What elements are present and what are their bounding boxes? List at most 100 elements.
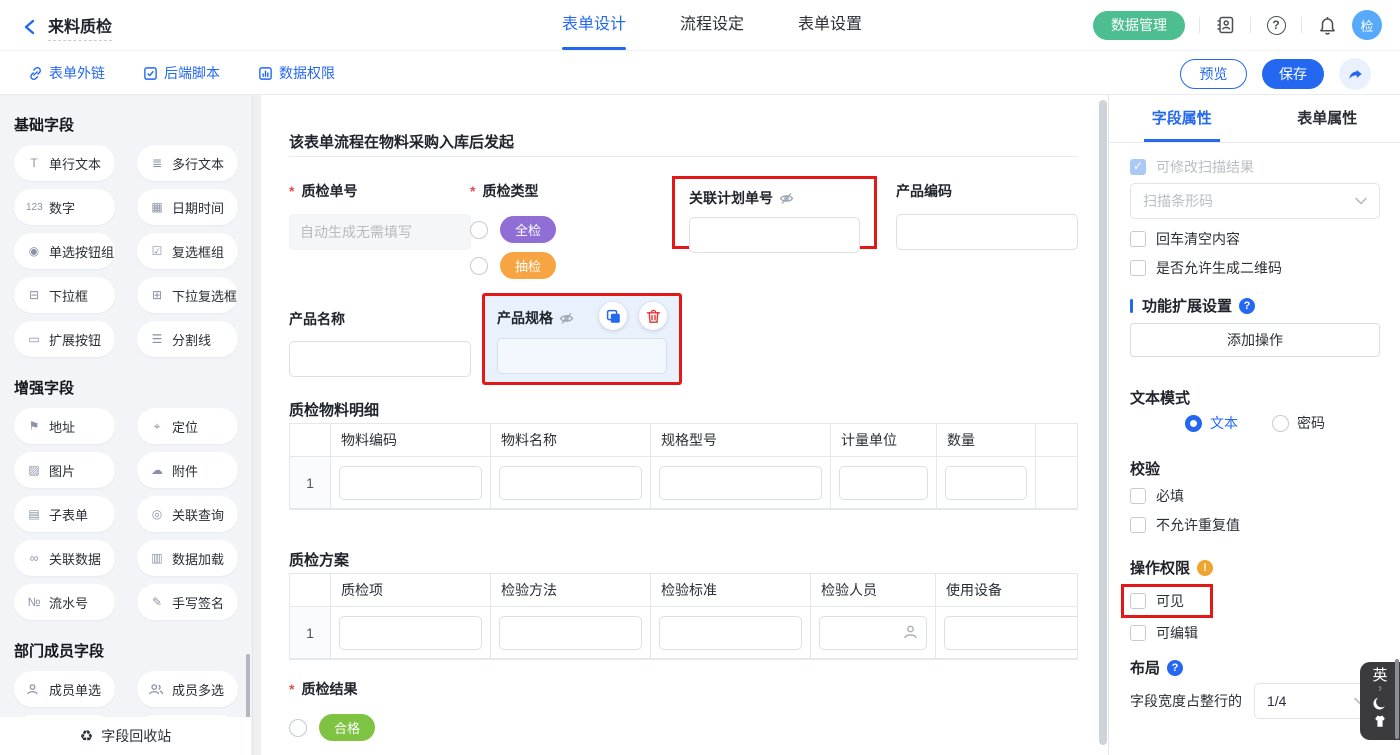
option-badge-qualified[interactable]: 合格 — [319, 714, 375, 741]
field-item-radio-group[interactable]: ◉单选按钮组 — [14, 233, 115, 269]
help-icon[interactable]: ? — [1265, 14, 1287, 36]
field-item-multi-dropdown[interactable]: ⊞下拉复选框 — [137, 277, 238, 313]
field-item-linked-data[interactable]: ∞关联数据 — [14, 540, 115, 576]
preview-button[interactable]: 预览 — [1180, 59, 1247, 89]
field-item-checkbox-group[interactable]: ☑复选框组 — [137, 233, 238, 269]
translate-extension-widget[interactable]: 英 ˀ — [1360, 662, 1400, 740]
radio-full-inspection[interactable] — [470, 221, 488, 239]
modify-scan-result-checkbox[interactable] — [1130, 159, 1146, 175]
single-line-text-icon: T — [26, 156, 42, 170]
serial-icon: № — [26, 595, 42, 609]
field-qc-result[interactable]: *质检结果 合格 — [289, 679, 589, 750]
field-product-name[interactable]: 产品名称 — [289, 309, 471, 377]
field-item-datetime[interactable]: ▦日期时间 — [137, 189, 238, 225]
canvas-scrollbar[interactable] — [1099, 100, 1107, 745]
eye-off-icon[interactable] — [559, 312, 574, 325]
allow-qr-checkbox[interactable] — [1130, 260, 1146, 276]
add-action-button[interactable]: 添加操作 — [1130, 323, 1380, 357]
inspect-standard-input[interactable] — [659, 616, 802, 650]
help-icon[interactable]: ? — [1239, 298, 1255, 314]
field-item-serial-number[interactable]: №流水号 — [14, 584, 115, 620]
material-name-input[interactable] — [499, 466, 642, 500]
field-recycle-bin[interactable]: ♻ 字段回收站 — [0, 717, 251, 755]
enter-clear-checkbox[interactable] — [1130, 231, 1146, 247]
equipment-input[interactable] — [944, 616, 1078, 650]
share-button[interactable] — [1339, 58, 1371, 90]
field-product-code[interactable]: 产品编码 — [896, 181, 1078, 250]
enter-clear-row: 回车清空内容 — [1130, 229, 1240, 249]
qc-item-input[interactable] — [339, 616, 482, 650]
back-button[interactable]: 来料质检 — [22, 13, 112, 41]
field-item-data-load[interactable]: ▥数据加载 — [137, 540, 238, 576]
field-item-image[interactable]: ▨图片 — [14, 452, 115, 488]
help-icon[interactable]: ? — [1167, 660, 1183, 676]
data-manage-button[interactable]: 数据管理 — [1093, 11, 1185, 40]
product-code-input[interactable] — [896, 214, 1078, 250]
tab-form-properties[interactable]: 表单属性 — [1255, 95, 1400, 142]
field-item-divider[interactable]: ☰分割线 — [137, 321, 238, 357]
field-item-number[interactable]: 123数字 — [14, 189, 115, 225]
field-product-spec-selected[interactable]: 产品规格 — [482, 293, 682, 385]
spec-model-input[interactable] — [659, 466, 822, 500]
link-icon — [28, 66, 43, 81]
eye-off-icon[interactable] — [779, 192, 794, 205]
bell-icon[interactable] — [1316, 14, 1338, 36]
text-mode-radio-text[interactable] — [1185, 415, 1202, 432]
field-item-member-single[interactable]: 成员单选 — [14, 671, 115, 707]
field-qc-type[interactable]: *质检类型 全检 抽检 — [470, 181, 652, 288]
radio-qualified[interactable] — [289, 719, 307, 737]
radio-sampling-inspection[interactable] — [470, 257, 488, 275]
tab-form-design[interactable]: 表单设计 — [562, 0, 626, 50]
form-external-link[interactable]: 表单外链 — [28, 63, 105, 83]
field-item-dropdown[interactable]: ⊟下拉框 — [14, 277, 115, 313]
language-label[interactable]: 英 — [1372, 667, 1387, 684]
product-name-input[interactable] — [289, 341, 471, 377]
no-duplicate-checkbox[interactable] — [1130, 517, 1146, 533]
field-item-multi-line-text[interactable]: ≣多行文本 — [137, 145, 238, 181]
extension-section-title: 功能扩展设置 ? — [1130, 295, 1255, 316]
field-plan-number-highlighted[interactable]: 关联计划单号 — [672, 176, 877, 249]
field-qc-number[interactable]: *质检单号 — [289, 181, 471, 250]
contacts-icon[interactable] — [1214, 14, 1236, 36]
scan-mode-select[interactable]: 扫描条形码 — [1130, 183, 1380, 219]
field-item-single-line-text[interactable]: T单行文本 — [14, 145, 115, 181]
editable-checkbox[interactable] — [1130, 625, 1146, 641]
field-item-location[interactable]: ⌖定位 — [137, 408, 238, 444]
field-item-subform[interactable]: ▤子表单 — [14, 496, 115, 532]
tab-field-properties[interactable]: 字段属性 — [1109, 95, 1255, 142]
material-code-input[interactable] — [339, 466, 482, 500]
chevron-left-icon[interactable] — [22, 18, 38, 36]
qc-number-input[interactable] — [289, 214, 471, 250]
field-item-member-multi[interactable]: 成员多选 — [137, 671, 238, 707]
copy-field-button[interactable] — [599, 302, 627, 330]
page-scrollbar[interactable] — [1395, 659, 1399, 739]
moon-icon[interactable] — [1372, 696, 1388, 712]
required-checkbox[interactable] — [1130, 488, 1146, 504]
product-spec-input[interactable] — [497, 338, 667, 374]
field-item-signature[interactable]: ✎手写签名 — [137, 584, 238, 620]
divider — [1301, 17, 1302, 33]
quantity-input[interactable] — [945, 466, 1027, 500]
field-item-attachment[interactable]: ☁附件 — [137, 452, 238, 488]
form-design-canvas: 该表单流程在物料采购入库后发起 *质检单号 *质检类型 全检 抽检 关联计划单号… — [261, 95, 1108, 755]
editable-row: 可编辑 — [1130, 623, 1198, 643]
avatar[interactable]: 检 — [1352, 10, 1382, 40]
option-badge-full[interactable]: 全检 — [500, 216, 556, 243]
field-item-address[interactable]: ⚑地址 — [14, 408, 115, 444]
save-button[interactable]: 保存 — [1262, 59, 1324, 89]
unit-input[interactable] — [839, 466, 928, 500]
field-item-extend-button[interactable]: ▭扩展按钮 — [14, 321, 115, 357]
col-header: 检验方法 — [491, 574, 651, 607]
visible-checkbox[interactable] — [1130, 593, 1146, 609]
backend-script-link[interactable]: 后端脚本 — [143, 63, 220, 83]
tab-flow-setting[interactable]: 流程设定 — [680, 0, 744, 50]
shirt-icon[interactable] — [1372, 714, 1388, 728]
option-badge-sampling[interactable]: 抽检 — [500, 252, 556, 279]
plan-number-input[interactable] — [689, 217, 860, 253]
field-item-linked-query[interactable]: ◎关联查询 — [137, 496, 238, 532]
tab-form-setting[interactable]: 表单设置 — [798, 0, 862, 50]
data-permission-link[interactable]: 数据权限 — [258, 63, 335, 83]
inspect-method-input[interactable] — [499, 616, 642, 650]
text-mode-radio-password[interactable] — [1272, 415, 1289, 432]
delete-field-button[interactable] — [639, 302, 667, 330]
